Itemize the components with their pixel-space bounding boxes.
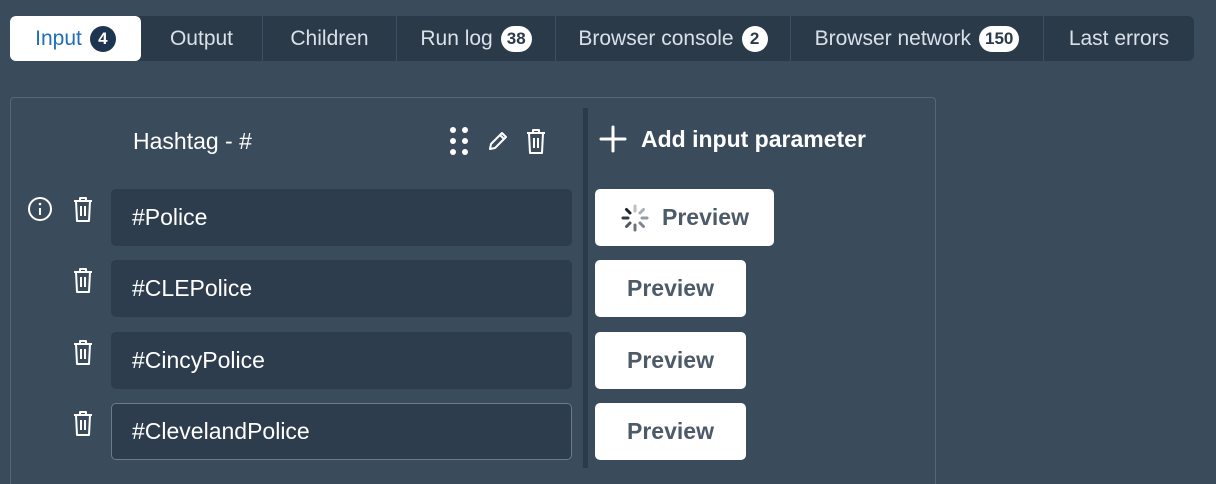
- tab-badge: 38: [500, 25, 532, 52]
- preview-label: Preview: [627, 418, 714, 444]
- tab-badge: 2: [741, 25, 768, 52]
- tab-label: Last errors: [1068, 26, 1170, 50]
- tab-browser-console[interactable]: Browser console 2: [556, 16, 791, 61]
- delete-column-trash-icon[interactable]: [523, 126, 549, 156]
- column-header: Hashtag - #: [133, 128, 252, 154]
- hashtag-input[interactable]: [111, 189, 572, 246]
- tab-badge: 150: [979, 25, 1020, 52]
- preview-label: Preview: [627, 275, 714, 301]
- page: Input 4 Output Children Run log 38 Brows…: [0, 0, 1216, 484]
- preview-button[interactable]: Preview: [595, 189, 774, 246]
- preview-label: Preview: [662, 204, 749, 230]
- tab-last-errors[interactable]: Last errors: [1044, 16, 1194, 61]
- preview-label: Preview: [627, 347, 714, 373]
- tab-label: Output: [169, 26, 234, 50]
- hashtag-input[interactable]: [111, 260, 572, 317]
- tab-output[interactable]: Output: [141, 16, 263, 61]
- tab-browser-network[interactable]: Browser network 150: [791, 16, 1044, 61]
- pencil-icon[interactable]: [485, 126, 511, 156]
- tab-label: Children: [290, 26, 369, 50]
- tab-run-log[interactable]: Run log 38: [397, 16, 556, 61]
- loading-spinner-icon: [621, 204, 649, 231]
- column-divider: [583, 108, 588, 468]
- tab-input[interactable]: Input 4: [10, 16, 141, 61]
- tab-label: Run log: [420, 26, 493, 50]
- tab-label: Browser console: [578, 26, 734, 50]
- tab-children[interactable]: Children: [263, 16, 397, 61]
- preview-button[interactable]: Preview: [595, 332, 746, 389]
- plus-icon: [599, 125, 627, 153]
- row-delete-trash-icon[interactable]: [71, 409, 95, 437]
- input-parameters-panel: Hashtag - # Add input parameter #Police …: [10, 97, 936, 484]
- hashtag-input[interactable]: [111, 332, 572, 389]
- drag-handle-icon[interactable]: [446, 126, 472, 156]
- add-input-parameter-button[interactable]: Add input parameter: [599, 125, 866, 153]
- tab-badge: 4: [89, 25, 116, 52]
- tab-label: Browser network: [814, 26, 971, 50]
- add-input-parameter-label: Add input parameter: [641, 125, 866, 152]
- preview-button[interactable]: Preview: [595, 260, 746, 317]
- row-delete-trash-icon[interactable]: [71, 195, 95, 223]
- tab-label: Input: [35, 26, 82, 50]
- tab-bar: Input 4 Output Children Run log 38 Brows…: [10, 16, 1194, 61]
- preview-button[interactable]: Preview: [595, 403, 746, 460]
- row-delete-trash-icon[interactable]: [71, 338, 95, 366]
- info-icon[interactable]: [27, 196, 53, 222]
- hashtag-input[interactable]: [111, 403, 572, 460]
- row-delete-trash-icon[interactable]: [71, 266, 95, 294]
